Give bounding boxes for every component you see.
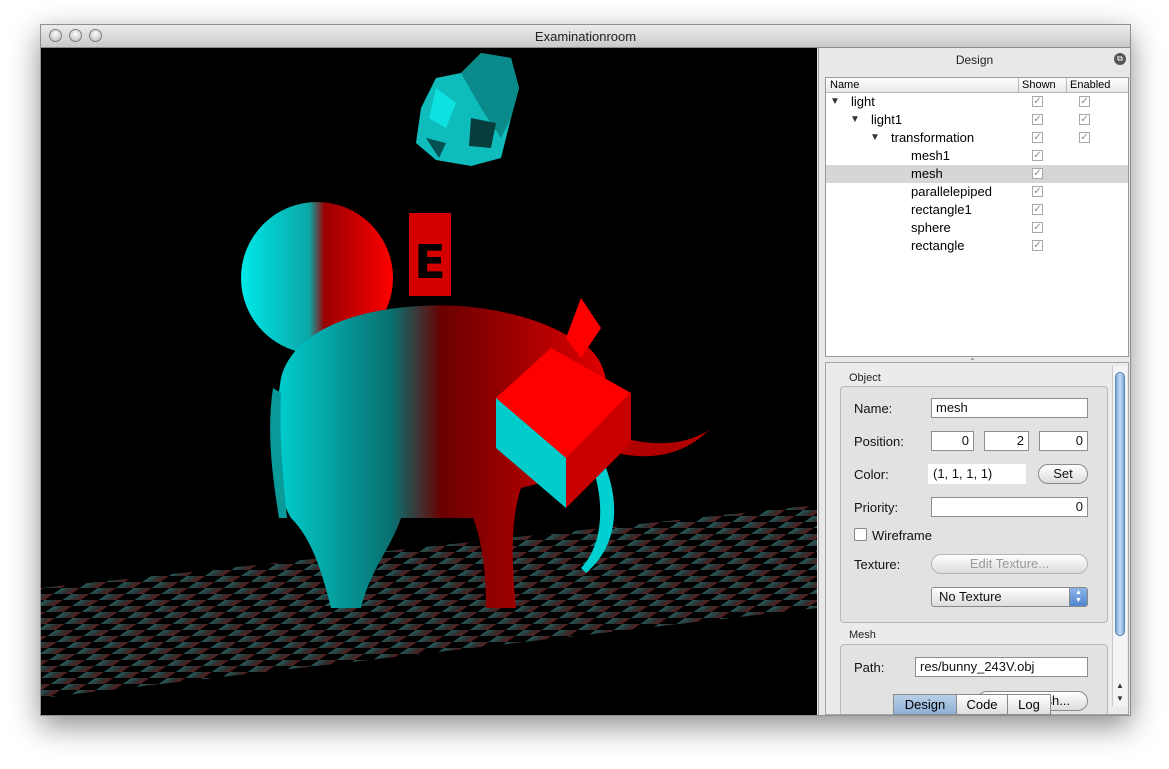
panel-title: Design — [955, 53, 994, 67]
e-marker-label: E — [414, 235, 445, 289]
scroll-down-icon[interactable]: ▼ — [1113, 693, 1127, 705]
column-name[interactable]: Name — [830, 79, 859, 91]
properties-scroll-area[interactable]: Object Name: mesh Position: 0 2 0 Color:… — [825, 362, 1129, 715]
disclosure-triangle-icon[interactable]: ▼ — [850, 111, 860, 129]
shown-checkbox[interactable]: ✓ — [1032, 240, 1043, 251]
tree-row-label: mesh — [911, 166, 943, 181]
tree-row[interactable]: parallelepiped ✓ — [826, 183, 1128, 201]
priority-label: Priority: — [854, 500, 899, 515]
enabled-checkbox[interactable]: ✓ — [1079, 132, 1090, 143]
shown-checkbox[interactable]: ✓ — [1032, 114, 1043, 125]
enabled-checkbox[interactable]: ✓ — [1079, 96, 1090, 107]
wireframe-checkbox[interactable] — [854, 528, 867, 541]
panel-tabs: Design Code Log — [893, 694, 1051, 715]
color-value: (1, 1, 1, 1) — [928, 464, 1026, 484]
vertical-scrollbar[interactable]: ▲ ▼ — [1112, 366, 1127, 706]
tree-row[interactable]: mesh ✓ — [826, 165, 1128, 183]
tree-row-label: sphere — [911, 220, 951, 235]
mesh-group-title: Mesh — [849, 629, 876, 641]
app-window: Examinationroom E Design ⧉ Name Shown En… — [40, 24, 1131, 716]
texture-select[interactable]: No Texture ▲ ▼ — [931, 587, 1088, 607]
tree-row-label: mesh1 — [911, 148, 951, 163]
shown-checkbox[interactable]: ✓ — [1032, 204, 1043, 215]
select-stepper-icon: ▲ ▼ — [1069, 588, 1087, 606]
disclosure-triangle-icon[interactable]: ▼ — [870, 129, 880, 147]
disclosure-triangle-icon[interactable]: ▼ — [830, 93, 840, 111]
set-color-button[interactable]: Set — [1038, 464, 1088, 484]
texture-select-value: No Texture — [939, 589, 1002, 604]
name-field[interactable]: mesh — [931, 398, 1088, 418]
window-title: Examinationroom — [534, 29, 637, 44]
wireframe-label: Wireframe — [872, 528, 932, 543]
name-label: Name: — [854, 401, 893, 416]
tree-header: Name Shown Enabled — [826, 78, 1128, 93]
tree-row[interactable]: mesh1 ✓ — [826, 147, 1128, 165]
tree-row-label: rectangle — [911, 238, 965, 253]
edit-texture-button[interactable]: Edit Texture... — [931, 554, 1088, 574]
tree-row[interactable]: ▼ transformation ✓ ✓ — [826, 129, 1128, 147]
tab-log[interactable]: Log — [1007, 694, 1051, 715]
path-label: Path: — [854, 660, 885, 675]
color-label: Color: — [854, 467, 889, 482]
tree-row-label: light1 — [871, 112, 903, 127]
position-label: Position: — [854, 434, 904, 449]
shown-checkbox[interactable]: ✓ — [1032, 186, 1043, 197]
tree-row[interactable]: rectangle1 ✓ — [826, 201, 1128, 219]
tab-design[interactable]: Design — [893, 694, 957, 715]
tree-row[interactable]: ▼ light ✓ ✓ — [826, 93, 1128, 111]
priority-field[interactable]: 0 — [931, 497, 1088, 517]
texture-label: Texture: — [854, 557, 901, 572]
column-shown[interactable]: Shown — [1022, 79, 1056, 91]
object-group-title: Object — [849, 372, 881, 384]
position-x-field[interactable]: 0 — [931, 431, 974, 451]
tree-row[interactable]: sphere ✓ — [826, 219, 1128, 237]
shown-checkbox[interactable]: ✓ — [1032, 96, 1043, 107]
scroll-up-icon[interactable]: ▲ — [1113, 680, 1127, 692]
anaglyph-scene[interactable]: E — [41, 48, 817, 715]
tree-row[interactable]: ▼ light1 ✓ ✓ — [826, 111, 1128, 129]
shown-checkbox[interactable]: ✓ — [1032, 132, 1043, 143]
tree-row-label: rectangle1 — [911, 202, 972, 217]
scrollbar-thumb[interactable] — [1115, 372, 1125, 636]
position-z-field[interactable]: 0 — [1039, 431, 1088, 451]
tree-row-label: light — [851, 94, 875, 109]
shown-checkbox[interactable]: ✓ — [1032, 150, 1043, 161]
position-y-field[interactable]: 2 — [984, 431, 1029, 451]
3d-viewport[interactable]: E — [41, 48, 817, 715]
tree-row-label: transformation — [891, 130, 975, 145]
tab-code[interactable]: Code — [956, 694, 1008, 715]
mesh-path-field[interactable]: res/bunny_243V.obj — [915, 657, 1088, 677]
tree-row[interactable]: rectangle ✓ — [826, 237, 1128, 255]
column-enabled[interactable]: Enabled — [1070, 79, 1110, 91]
enabled-checkbox[interactable]: ✓ — [1079, 114, 1090, 125]
tree-row-label: parallelepiped — [911, 184, 992, 199]
scene-tree[interactable]: Name Shown Enabled ▼ light ✓ ✓ ▼ light1 ✓ ✓ ▼ tra… — [825, 77, 1129, 357]
design-panel: Design ⧉ Name Shown Enabled ▼ light ✓ ✓ ▼ lig… — [818, 48, 1130, 715]
float-panel-icon[interactable]: ⧉ — [1114, 53, 1126, 65]
title-bar: Examinationroom — [41, 25, 1130, 48]
shown-checkbox[interactable]: ✓ — [1032, 168, 1043, 179]
shown-checkbox[interactable]: ✓ — [1032, 222, 1043, 233]
